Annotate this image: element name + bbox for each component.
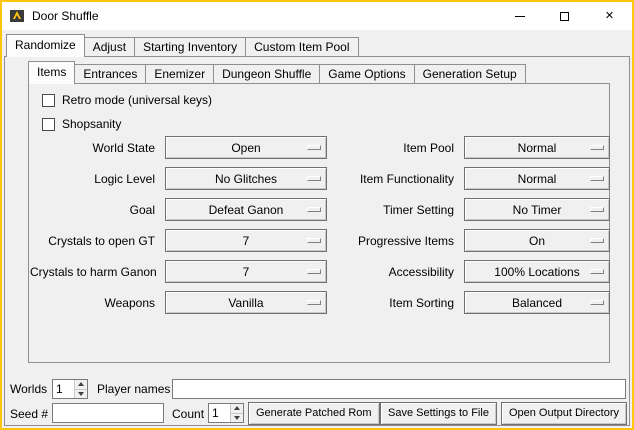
outer-tabstrip: Randomize Adjust Starting Inventory Cust… [6,34,358,56]
shopsanity-checkbox[interactable] [42,118,55,131]
tab-custom-item-pool[interactable]: Custom Item Pool [245,37,358,56]
player-names-input[interactable] [172,379,626,399]
crystals-gt-label: Crystals to open GT [30,234,160,248]
seed-input[interactable] [52,403,164,423]
maximize-icon [560,12,569,21]
accessibility-label: Accessibility [332,265,459,279]
count-label: Count [172,404,204,424]
item-pool-dropdown[interactable]: Normal [464,136,610,159]
weapons-dropdown[interactable]: Vanilla [165,291,327,314]
retro-mode-checkbox[interactable] [42,94,55,107]
item-sorting-dropdown[interactable]: Balanced [464,291,610,314]
progressive-items-dropdown[interactable]: On [464,229,610,252]
tab-starting-inventory[interactable]: Starting Inventory [134,37,246,56]
count-spin-up-button[interactable] [231,404,243,413]
arrow-down-icon [234,416,240,420]
tab-items[interactable]: Items [28,61,75,83]
dropdown-indicator-icon [590,269,604,274]
dropdown-indicator-icon [307,207,321,212]
crystals-ganon-label: Crystals to harm Ganon [30,265,160,279]
dropdown-indicator-icon [590,176,604,181]
count-spinner[interactable]: 1 [208,403,244,423]
world-state-dropdown[interactable]: Open [165,136,327,159]
item-functionality-label: Item Functionality [332,172,459,186]
tab-adjust[interactable]: Adjust [84,37,135,56]
minimize-button[interactable] [497,2,542,30]
arrow-up-icon [234,406,240,410]
dropdown-indicator-icon [307,269,321,274]
retro-mode-checkbox-row: Retro mode (universal keys) [42,92,212,108]
dropdown-indicator-icon [590,207,604,212]
timer-setting-label: Timer Setting [332,203,459,217]
dropdown-indicator-icon [590,145,604,150]
settings-grid: World State Open Item Pool Normal Logic … [30,136,610,314]
crystals-gt-dropdown[interactable]: 7 [165,229,327,252]
titlebar: Door Shuffle ✕ [2,2,632,30]
dropdown-indicator-icon [307,300,321,305]
world-state-label: World State [30,141,160,155]
open-output-directory-button[interactable]: Open Output Directory [501,402,627,425]
window: Door Shuffle ✕ Randomize Adjust Starting… [0,0,634,430]
logic-level-label: Logic Level [30,172,160,186]
tab-game-options[interactable]: Game Options [319,64,414,83]
goal-label: Goal [30,203,160,217]
item-pool-label: Item Pool [332,141,459,155]
dropdown-indicator-icon [307,145,321,150]
app-icon [9,8,25,24]
worlds-spinner[interactable]: 1 [52,379,88,399]
dropdown-indicator-icon [590,238,604,243]
tab-entrances[interactable]: Entrances [74,64,146,83]
crystals-ganon-dropdown[interactable]: 7 [165,260,327,283]
inner-tabstrip: Items Entrances Enemizer Dungeon Shuffle… [28,61,525,83]
count-spin-down-button[interactable] [231,413,243,423]
dropdown-indicator-icon [307,238,321,243]
close-button[interactable]: ✕ [587,2,632,30]
generate-patched-rom-button[interactable]: Generate Patched Rom [248,402,380,425]
worlds-spin-up-button[interactable] [75,380,87,389]
maximize-button[interactable] [542,2,587,30]
timer-setting-dropdown[interactable]: No Timer [464,198,610,221]
weapons-label: Weapons [30,296,160,310]
progressive-items-label: Progressive Items [332,234,459,248]
tab-dungeon-shuffle[interactable]: Dungeon Shuffle [213,64,320,83]
worlds-label: Worlds [10,379,47,399]
arrow-up-icon [78,382,84,386]
item-functionality-dropdown[interactable]: Normal [464,167,610,190]
dropdown-indicator-icon [590,300,604,305]
item-sorting-label: Item Sorting [332,296,459,310]
seed-label: Seed # [10,404,48,424]
shopsanity-label: Shopsanity [62,117,121,131]
dropdown-indicator-icon [307,176,321,181]
save-settings-button[interactable]: Save Settings to File [380,402,497,425]
close-icon: ✕ [605,11,614,22]
worlds-spin-down-button[interactable] [75,389,87,399]
tab-generation-setup[interactable]: Generation Setup [414,64,526,83]
goal-dropdown[interactable]: Defeat Ganon [165,198,327,221]
logic-level-dropdown[interactable]: No Glitches [165,167,327,190]
tab-randomize[interactable]: Randomize [6,34,85,56]
items-panel: Retro mode (universal keys) Shopsanity W… [28,83,610,363]
tab-enemizer[interactable]: Enemizer [145,64,214,83]
minimize-icon [515,16,525,17]
player-names-label: Player names [97,379,170,399]
arrow-down-icon [78,392,84,396]
retro-mode-label: Retro mode (universal keys) [62,93,212,107]
window-title: Door Shuffle [32,9,99,23]
output-button-group: Save Settings to File Open Output Direct… [380,402,627,425]
accessibility-dropdown[interactable]: 100% Locations [464,260,610,283]
shopsanity-checkbox-row: Shopsanity [42,116,121,132]
